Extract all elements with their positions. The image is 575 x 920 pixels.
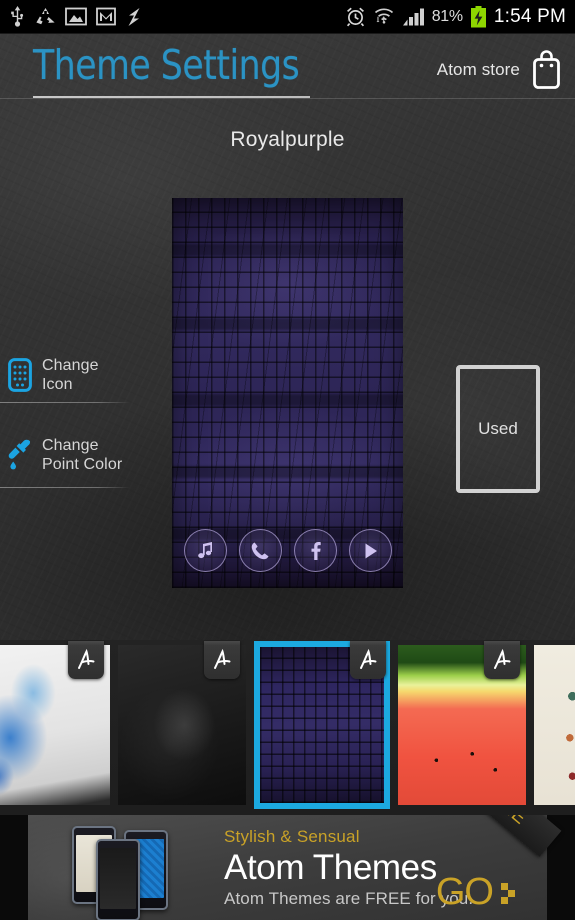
- menu-label-line2: Point Color: [42, 456, 123, 473]
- menu-item-change-icon-label: Change Icon: [42, 356, 99, 394]
- title-underline: [33, 96, 310, 98]
- gmail-icon: [96, 7, 116, 26]
- atom-logo-icon: [350, 641, 386, 679]
- music-note-icon[interactable]: [183, 529, 227, 572]
- theme-name-label: Royalpurple: [230, 128, 345, 151]
- thumbnail-watermelon[interactable]: [398, 641, 526, 805]
- header-divider: [0, 98, 575, 99]
- atom-store-button[interactable]: Atom store: [437, 48, 562, 92]
- ad-go-label: GO: [435, 871, 494, 913]
- used-indicator: Used: [456, 365, 540, 493]
- croc-texture-band: [172, 318, 403, 330]
- ad-ribbon-label: FREE: [475, 815, 531, 830]
- ad-kicker: Stylish & Sensual: [224, 827, 360, 846]
- used-label: Used: [478, 419, 518, 438]
- atom-logo-icon: [68, 641, 104, 679]
- battery-charging-icon: [470, 5, 486, 27]
- menu-item-change-point-color[interactable]: Change Point Color: [8, 436, 138, 477]
- menu-label-line1: Change: [42, 437, 99, 454]
- facebook-icon[interactable]: [293, 529, 337, 572]
- thumbnail-royalpurple-selected[interactable]: [254, 641, 390, 809]
- status-bar-left-icons: [0, 6, 143, 27]
- thumbnail-flatlay-items[interactable]: [534, 645, 575, 805]
- croc-texture-band: [172, 244, 403, 256]
- status-bar[interactable]: 81% 1:54 PM: [0, 0, 575, 34]
- phone-icon[interactable]: [238, 529, 282, 572]
- atom-logo-icon: [204, 641, 240, 679]
- menu-label-line1: Change: [42, 357, 99, 374]
- menu-item-change-point-color-label: Change Point Color: [42, 436, 122, 474]
- screenshot-image-icon: [65, 7, 87, 26]
- phone-grid-icon: [8, 356, 34, 397]
- data-transfer-icon: [128, 7, 140, 26]
- ad-phone-2: [96, 839, 140, 920]
- preview-dock: [172, 529, 403, 572]
- atom-logo-icon: [484, 641, 520, 679]
- theme-preview[interactable]: [172, 198, 403, 588]
- menu-item-change-icon[interactable]: Change Icon: [8, 356, 138, 397]
- shopping-bag-icon: [533, 50, 560, 89]
- ad-phones-illustration: [66, 823, 196, 920]
- thumbnail-image: [534, 645, 575, 805]
- thumbnail-black-dust[interactable]: [118, 641, 246, 805]
- signal-bars-icon: [402, 8, 424, 25]
- croc-texture-band: [172, 466, 403, 478]
- ad-banner-content: Stylish & Sensual Atom Themes Atom Theme…: [28, 815, 562, 920]
- ad-go-button[interactable]: GO: [436, 871, 523, 914]
- usb-icon: [11, 6, 24, 27]
- page-title: Theme Settings: [33, 41, 300, 89]
- atom-store-label: Atom store: [436, 60, 520, 79]
- croc-texture-band: [172, 394, 403, 406]
- app-header: Theme Settings Atom store: [0, 34, 575, 106]
- alarm-clock-icon: [346, 7, 364, 27]
- theme-thumbnail-strip[interactable]: [0, 640, 575, 815]
- play-icon[interactable]: [348, 529, 392, 572]
- status-bar-right-icons: 81% 1:54 PM: [345, 5, 575, 28]
- menu-divider: [0, 402, 130, 403]
- sync-recycle-icon: [36, 7, 55, 24]
- menu-label-line2: Icon: [42, 376, 73, 393]
- ad-banner[interactable]: Stylish & Sensual Atom Themes Atom Theme…: [0, 815, 575, 920]
- battery-percent-label: 81%: [431, 7, 463, 25]
- menu-divider: [0, 487, 130, 488]
- wifi-icon: [374, 8, 393, 24]
- status-bar-clock: 1:54 PM: [493, 5, 566, 27]
- chevron-right-icon: [501, 882, 515, 904]
- eyedropper-icon: [8, 436, 34, 477]
- thumbnail-ink-splash[interactable]: [0, 641, 110, 805]
